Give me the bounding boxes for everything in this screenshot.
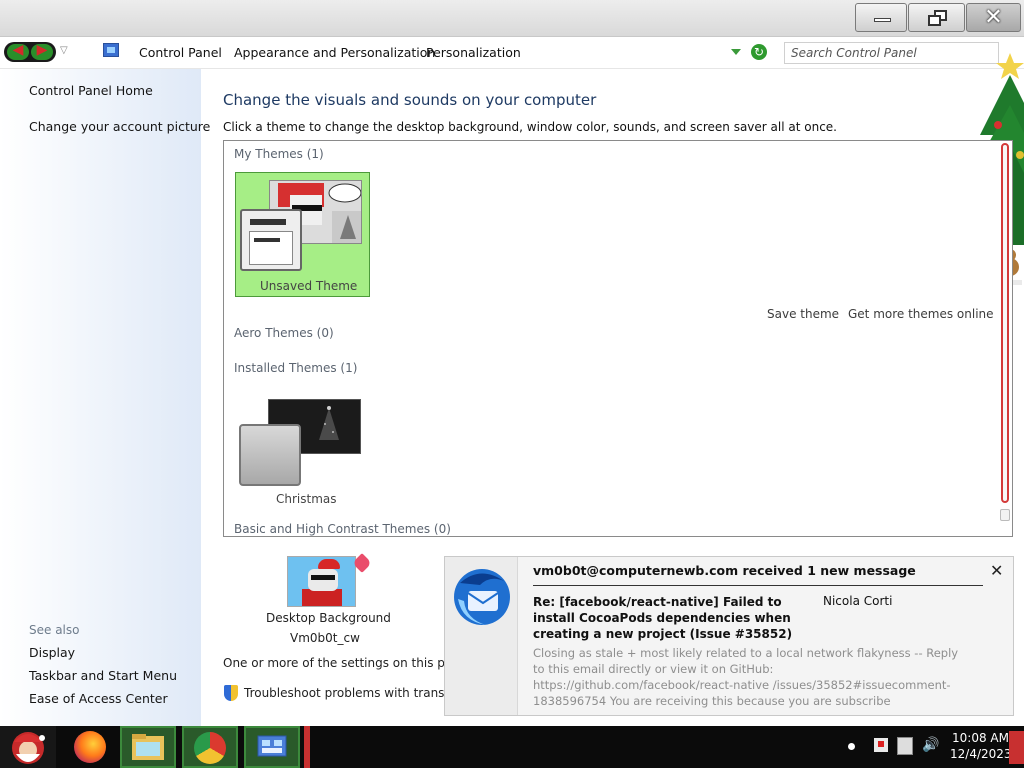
see-also-taskbar[interactable]: Taskbar and Start Menu (29, 668, 177, 683)
clock-time[interactable]: 10:08 AM (952, 731, 1009, 745)
scroll-down-arrow[interactable] (1000, 509, 1010, 521)
close-notification-icon[interactable]: ✕ (990, 561, 1003, 580)
group-installed-themes: Installed Themes (1) (234, 361, 358, 375)
sunglasses (311, 575, 335, 580)
taskbar-separator (304, 726, 310, 768)
page-description: Click a theme to change the desktop back… (223, 120, 837, 134)
window-preview-bar (250, 219, 286, 225)
settings-notice: One or more of the settings on this page… (223, 656, 479, 670)
chrome-icon (194, 732, 226, 764)
recent-pages-dropdown-icon[interactable]: ▽ (60, 45, 68, 56)
control-panel-taskbar-icon (257, 735, 287, 757)
christmas-window-color-preview (239, 424, 301, 486)
troubleshoot-link[interactable]: Troubleshoot problems with transpare (244, 686, 471, 700)
taskbar-chrome[interactable] (182, 726, 238, 768)
taskbar-control-panel[interactable] (244, 726, 300, 768)
sidebar-item-control-panel-home[interactable]: Control Panel Home (29, 83, 153, 98)
thunderbird-icon (454, 569, 510, 625)
title-bar: ✕ (0, 0, 1024, 37)
back-arrow-icon: ◀ (12, 42, 24, 58)
volume-icon[interactable]: 🔊 (922, 737, 939, 753)
back-button[interactable]: ◀ (7, 42, 29, 60)
refresh-icon[interactable]: ↻ (751, 44, 767, 60)
close-button[interactable]: ✕ (966, 3, 1021, 32)
new-mail-notification[interactable]: vm0b0t@computernewb.com received 1 new m… (444, 556, 1014, 716)
scrollbar-thumb[interactable] (1001, 143, 1009, 503)
tray-dot-icon[interactable] (848, 743, 855, 750)
notification-sender: Nicola Corti (823, 594, 893, 608)
theme-unsaved-label: Unsaved Theme (260, 279, 358, 293)
control-panel-icon (103, 43, 119, 57)
network-icon[interactable] (897, 737, 913, 755)
theme-window-color-preview (240, 209, 302, 271)
notification-body: Closing as stale + most likely related t… (533, 646, 959, 708)
notification-icon-panel (445, 557, 518, 715)
theme-christmas-label: Christmas (276, 492, 337, 506)
santa-body (302, 589, 342, 606)
notification-heading: vm0b0t@computernewb.com received 1 new m… (533, 563, 916, 578)
minimize-button[interactable] (855, 3, 907, 32)
group-basic-themes: Basic and High Contrast Themes (0) (234, 522, 451, 536)
clock-date[interactable]: 12/4/2023 (950, 747, 1012, 761)
window-preview-pane (249, 231, 293, 265)
sidebar: Control Panel Home Change your account p… (0, 69, 210, 727)
firefox-icon (74, 731, 106, 763)
start-button[interactable] (0, 726, 56, 768)
desktop-background-value: Vm0b0t_cw (290, 631, 360, 645)
group-aero-themes: Aero Themes (0) (234, 326, 334, 340)
forward-button[interactable]: ▶ (31, 42, 53, 60)
address-bar: ◀ ▶ ▽ Control Panel Appearance and Perso… (0, 37, 1024, 69)
santa-start-icon (12, 732, 45, 764)
themes-list: My Themes (1) Unsaved Theme Save theme G… (223, 140, 1013, 537)
sidebar-item-account-picture[interactable]: Change your account picture (29, 119, 210, 134)
breadcrumb-personalization[interactable]: Personalization (426, 45, 521, 60)
see-also-ease-of-access[interactable]: Ease of Access Center (29, 691, 168, 706)
folder-icon (132, 734, 164, 760)
action-center-flag-icon[interactable] (874, 738, 888, 752)
taskbar-file-explorer[interactable] (120, 726, 176, 768)
santa-face (308, 569, 338, 591)
desktop-background-label[interactable]: Desktop Background (266, 611, 391, 625)
notification-subject: Re: [facebook/react-native] Failed to in… (533, 595, 793, 641)
show-desktop-button[interactable] (1009, 731, 1024, 764)
see-also-heading: See also (29, 623, 80, 637)
group-my-themes: My Themes (1) (234, 147, 324, 161)
restore-icon-front (928, 15, 941, 26)
santa-hat (318, 559, 340, 569)
notification-divider (533, 585, 983, 586)
taskbar: 🔊 (0, 726, 1024, 768)
get-more-themes-link[interactable]: Get more themes online (848, 307, 994, 321)
theme-unsaved[interactable]: Unsaved Theme (235, 172, 370, 297)
forward-arrow-icon: ▶ (36, 42, 48, 58)
navigation-buttons: ◀ ▶ (4, 42, 56, 62)
breadcrumb-control-panel[interactable]: Control Panel (139, 45, 222, 60)
minimize-icon (874, 18, 891, 22)
shield-icon (224, 685, 238, 701)
desktop-background-thumbnail[interactable] (287, 556, 356, 607)
page-title: Change the visuals and sounds on your co… (223, 91, 597, 109)
taskbar-firefox[interactable] (62, 726, 118, 768)
see-also-display[interactable]: Display (29, 645, 75, 660)
restore-button[interactable] (908, 3, 965, 32)
breadcrumb-appearance[interactable]: Appearance and Personalization (234, 45, 435, 60)
close-icon: ✕ (984, 5, 1003, 30)
address-dropdown-icon[interactable] (731, 49, 741, 55)
save-theme-link[interactable]: Save theme (767, 307, 839, 321)
